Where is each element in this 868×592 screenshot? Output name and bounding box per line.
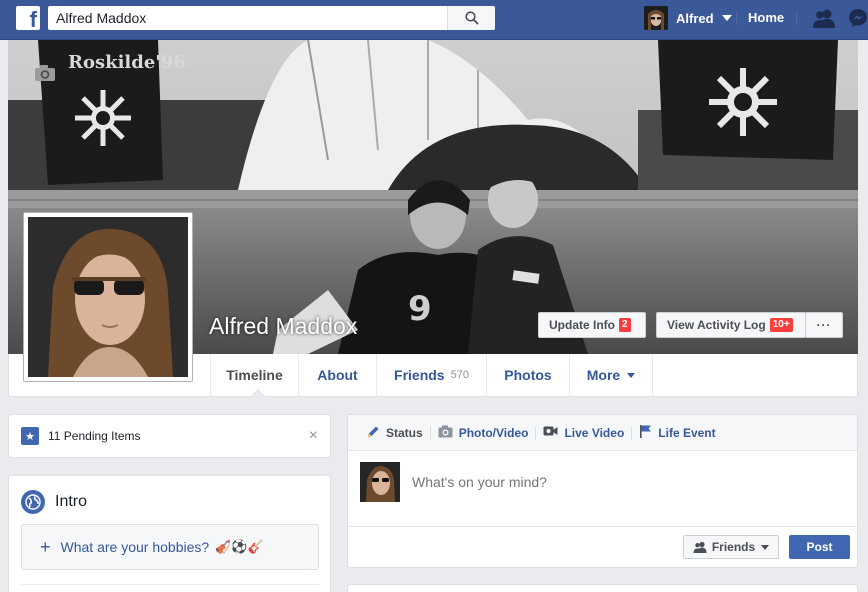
feed-card bbox=[347, 584, 858, 592]
profile-link[interactable]: Alfred bbox=[644, 6, 732, 30]
search-icon bbox=[464, 11, 479, 25]
status-input[interactable] bbox=[412, 474, 792, 490]
tab-label: Friends bbox=[394, 367, 445, 383]
intro-header: Intro bbox=[21, 490, 87, 514]
avatar bbox=[644, 6, 668, 30]
hobbies-emojis: 🎻⚽🎸 bbox=[215, 539, 264, 554]
tab-label: Photos bbox=[504, 367, 552, 383]
search-button[interactable] bbox=[447, 6, 495, 30]
pending-items-label: 11 Pending Items bbox=[48, 429, 141, 443]
intro-card: Intro + What are your hobbies? 🎻⚽🎸 bbox=[8, 475, 331, 592]
activity-log-button[interactable]: View Activity Log 10+ bbox=[656, 312, 806, 338]
chevron-down-icon bbox=[761, 544, 770, 550]
more-options-button[interactable]: ··· bbox=[805, 312, 843, 338]
tab-more[interactable]: More bbox=[570, 354, 653, 396]
audience-label: Friends bbox=[711, 540, 756, 554]
active-tab-indicator bbox=[250, 389, 266, 397]
video-camera-icon bbox=[543, 425, 558, 440]
pencil-icon bbox=[367, 425, 380, 441]
camera-icon bbox=[438, 425, 453, 441]
tab-photos[interactable]: Photos bbox=[487, 354, 570, 396]
friends-count: 570 bbox=[450, 369, 469, 381]
avatar bbox=[360, 462, 400, 502]
post-button[interactable]: Post bbox=[789, 535, 850, 559]
intro-title: Intro bbox=[55, 493, 88, 510]
add-hobbies-button[interactable]: + What are your hobbies? 🎻⚽🎸 bbox=[21, 524, 319, 570]
plus-icon: + bbox=[40, 537, 51, 557]
chevron-down-icon bbox=[627, 372, 636, 378]
tab-label: Timeline bbox=[226, 367, 283, 383]
tab-label: More bbox=[586, 367, 621, 383]
composer-tab-life-event[interactable]: Life Event bbox=[632, 424, 722, 441]
hobbies-prompt: What are your hobbies? bbox=[60, 539, 210, 555]
composer-tab-live-video[interactable]: Live Video bbox=[536, 425, 633, 440]
account-menu-caret-icon[interactable] bbox=[721, 15, 732, 21]
tab-label: About bbox=[317, 367, 358, 383]
divider bbox=[796, 11, 797, 25]
composer-tab-label: Life Event bbox=[658, 425, 716, 440]
close-icon[interactable]: × bbox=[309, 428, 318, 444]
svg-text:9: 9 bbox=[408, 289, 432, 329]
tab-about[interactable]: About bbox=[299, 354, 377, 396]
update-info-button[interactable]: Update Info 2 bbox=[538, 312, 646, 338]
composer-footer: Friends Post bbox=[348, 526, 857, 567]
activity-log-label: View Activity Log bbox=[667, 318, 766, 332]
divider bbox=[21, 584, 319, 585]
facebook-logo-icon[interactable]: f bbox=[16, 6, 40, 30]
search-input[interactable] bbox=[48, 6, 448, 30]
audience-selector[interactable]: Friends bbox=[683, 535, 779, 559]
update-info-badge: 2 bbox=[619, 318, 631, 332]
divider bbox=[736, 11, 737, 25]
tab-friends[interactable]: Friends 570 bbox=[377, 354, 487, 396]
composer-tab-photo-video[interactable]: Photo/Video bbox=[431, 425, 537, 441]
pending-items-card[interactable]: ★ 11 Pending Items × bbox=[8, 414, 331, 458]
banner-text: Roskilde'96 bbox=[68, 52, 186, 73]
composer-tab-label: Photo/Video bbox=[458, 425, 529, 440]
profile-name[interactable]: Alfred Maddox bbox=[209, 313, 357, 340]
composer-tab-label: Live Video bbox=[564, 425, 625, 440]
star-icon: ★ bbox=[21, 427, 39, 445]
globe-icon bbox=[21, 490, 45, 514]
search-box bbox=[48, 6, 495, 30]
home-link[interactable]: Home bbox=[748, 10, 784, 25]
messenger-icon[interactable] bbox=[848, 8, 868, 31]
flag-icon bbox=[639, 424, 652, 441]
post-composer: Status Photo/Video Live Video Life Event… bbox=[347, 414, 858, 568]
update-info-label: Update Info bbox=[549, 318, 615, 332]
composer-tab-label: Status bbox=[386, 425, 423, 440]
composer-body bbox=[360, 462, 792, 502]
activity-log-badge: 10+ bbox=[769, 318, 793, 332]
profile-photo bbox=[28, 217, 188, 377]
top-bar: f Alfred Home bbox=[0, 0, 868, 40]
composer-tab-status[interactable]: Status bbox=[360, 425, 431, 441]
user-name: Alfred bbox=[676, 10, 714, 26]
profile-picture[interactable] bbox=[23, 212, 193, 382]
camera-icon[interactable] bbox=[34, 64, 56, 82]
friend-requests-icon[interactable] bbox=[812, 8, 836, 31]
friends-icon bbox=[693, 541, 707, 553]
composer-tabs: Status Photo/Video Live Video Life Event bbox=[348, 415, 857, 451]
